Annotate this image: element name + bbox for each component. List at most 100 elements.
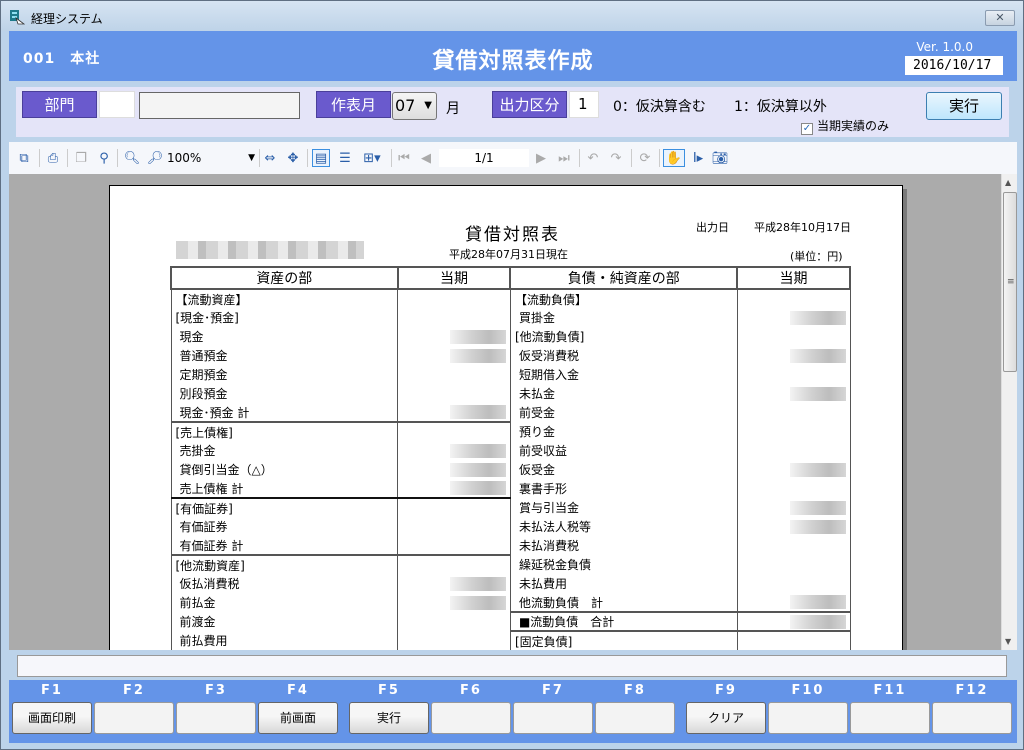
asset-item-amount xyxy=(397,441,511,460)
fkey-f10: F10 xyxy=(768,680,848,734)
fkey-f7: F7 xyxy=(513,680,593,734)
prev-page-icon[interactable]: ◀ xyxy=(417,149,435,167)
copy-page-icon[interactable]: ❐ xyxy=(72,149,90,167)
text-select-icon[interactable]: I▸ xyxy=(689,149,707,167)
report-viewer[interactable]: 貸借対照表 出力日 平成28年10月17日 平成28年07月31日現在 (単位：… xyxy=(9,174,1001,650)
asset-item-amount xyxy=(397,421,511,441)
assets-amount-header: 当期 xyxy=(396,266,512,290)
hand-tool-icon[interactable]: ✋ xyxy=(663,149,685,167)
output-type-label: 出力区分 xyxy=(492,91,567,118)
scroll-thumb[interactable]: ≡ xyxy=(1003,192,1017,372)
back-icon[interactable]: ↶ xyxy=(584,149,602,167)
fkey-f6: F6 xyxy=(431,680,511,734)
asset-item-amount xyxy=(397,554,511,574)
fit-width-icon[interactable]: ⇔ xyxy=(261,149,279,167)
liability-item-amount xyxy=(736,365,851,384)
fkey-button-f9[interactable]: クリア xyxy=(686,702,766,734)
fkey-f5: F5 実行 xyxy=(349,680,429,734)
liability-item-name: 仮受消費税 xyxy=(509,346,738,365)
liability-item-amount xyxy=(736,327,851,346)
liability-item-amount xyxy=(736,403,851,422)
liability-item-amount xyxy=(736,517,851,536)
dept-label: 部門 xyxy=(22,91,97,118)
liabilities-amount-header: 当期 xyxy=(736,266,851,290)
liability-item-amount xyxy=(736,498,851,517)
liability-item-name: [他流動負債] xyxy=(509,327,738,346)
fit-page-icon[interactable]: ✥ xyxy=(284,149,302,167)
balance-sheet-table: 資産の部 当期 負債・純資産の部 当期 【流動資産】 【流動負債】 [現金･預金] 買… xyxy=(170,266,851,650)
execute-button[interactable]: 実行 xyxy=(926,92,1002,120)
asset-item-name: 有価証券 計 xyxy=(170,536,399,555)
fkey-button-f11[interactable] xyxy=(850,702,930,734)
table-row: 【流動資産】 【流動負債】 xyxy=(170,289,851,308)
amount-redacted xyxy=(789,519,846,534)
liability-item-name: 前受収益 xyxy=(509,441,738,460)
copy-icon[interactable]: ⧉ xyxy=(15,149,33,167)
fkey-button-f2[interactable] xyxy=(94,702,174,734)
liability-item-name: 未払費用 xyxy=(509,574,738,593)
app-window: 経理システム ✕ 001 本社 貸借対照表作成 Ver. 1.0.0 2016/… xyxy=(0,0,1024,750)
fkey-button-f7[interactable] xyxy=(513,702,593,734)
continuous-icon[interactable]: ☰ xyxy=(336,149,354,167)
liability-item-amount xyxy=(736,422,851,441)
liability-item-name: 前受金 xyxy=(509,403,738,422)
next-page-icon[interactable]: ▶ xyxy=(532,149,550,167)
zoom-select[interactable]: 100% ▼ xyxy=(167,149,257,167)
asset-item-amount xyxy=(397,384,511,403)
asset-item-name: [売上債権] xyxy=(170,421,399,441)
fkey-button-f5[interactable]: 実行 xyxy=(349,702,429,734)
zoom-out-icon[interactable]: 🔍︎ xyxy=(123,149,141,167)
fkey-button-f12[interactable] xyxy=(932,702,1012,734)
scroll-down-icon[interactable]: ▼ xyxy=(1005,637,1011,646)
liability-item-amount xyxy=(736,289,851,308)
print-icon[interactable]: ⎙ xyxy=(44,149,62,167)
checkbox-check-icon: ✓ xyxy=(801,123,813,135)
viewer-toolbar: ⧉ ⎙ ❐ ⚲ 🔍︎ 🔎︎ 100% ▼ ⇔ ✥ ▤ ☰ ⊞▾ ⏮ ◀ 1/1 … xyxy=(9,142,1017,174)
snapshot-icon[interactable]: 📷︎ xyxy=(711,149,729,167)
fkey-label: F4 xyxy=(287,683,309,698)
fkey-button-f10[interactable] xyxy=(768,702,848,734)
fkey-button-f8[interactable] xyxy=(595,702,675,734)
find-icon[interactable]: ⚲ xyxy=(95,149,113,167)
output-type-input[interactable]: 1 xyxy=(569,91,599,118)
asset-item-name: [他流動資産] xyxy=(170,554,399,574)
asset-item-name: 【流動資産】 xyxy=(170,289,399,308)
page-indicator[interactable]: 1/1 xyxy=(439,149,529,167)
fkey-button-f4[interactable]: 前画面 xyxy=(258,702,338,734)
liability-item-name: 未払法人税等 xyxy=(509,517,738,536)
forward-icon[interactable]: ↷ xyxy=(607,149,625,167)
fkey-button-f1[interactable]: 画面印刷 xyxy=(12,702,92,734)
scroll-up-icon[interactable]: ▲ xyxy=(1005,178,1011,187)
zoom-in-icon[interactable]: 🔎︎ xyxy=(146,149,164,167)
table-row: 前払金 他流動負債 計 xyxy=(170,593,851,612)
close-button[interactable]: ✕ xyxy=(985,10,1015,26)
output-date: 平成28年10月17日 xyxy=(754,221,851,234)
first-page-icon[interactable]: ⏮ xyxy=(395,149,413,167)
table-row: 前渡金 ■流動負債 合計 xyxy=(170,611,851,631)
fkey-label: F1 xyxy=(41,683,63,698)
fkey-label: F6 xyxy=(460,683,482,698)
current-period-checkbox[interactable]: ✓ 当期実績のみ xyxy=(801,117,889,135)
dept-code-input[interactable] xyxy=(99,91,135,118)
last-page-icon[interactable]: ⏭ xyxy=(555,149,573,167)
vertical-scrollbar[interactable]: ▲ ≡ ▼ xyxy=(1001,174,1017,650)
fkey-button-f3[interactable] xyxy=(176,702,256,734)
asset-item-amount xyxy=(397,289,511,308)
amount-redacted xyxy=(789,348,846,363)
single-page-icon[interactable]: ▤ xyxy=(312,149,330,167)
month-select[interactable]: 07 ▼ xyxy=(392,92,437,120)
amount-redacted xyxy=(449,443,506,458)
unit-label: (単位：円) xyxy=(790,250,843,263)
fkey-button-f6[interactable] xyxy=(431,702,511,734)
table-row: 別段預金 未払金 xyxy=(170,384,851,403)
multi-page-icon[interactable]: ⊞▾ xyxy=(359,149,385,167)
asset-item-name: 有価証券 xyxy=(170,517,399,536)
table-row: 普通預金 仮受消費税 xyxy=(170,346,851,365)
fkey-label: F12 xyxy=(955,683,989,698)
asset-item-amount xyxy=(397,403,511,422)
refresh-icon[interactable]: ⟳ xyxy=(636,149,654,167)
liability-item-amount xyxy=(736,460,851,479)
amount-redacted xyxy=(789,462,846,477)
table-row: 現金 [他流動負債] xyxy=(170,327,851,346)
report-page: 貸借対照表 出力日 平成28年10月17日 平成28年07月31日現在 (単位：… xyxy=(109,185,903,650)
